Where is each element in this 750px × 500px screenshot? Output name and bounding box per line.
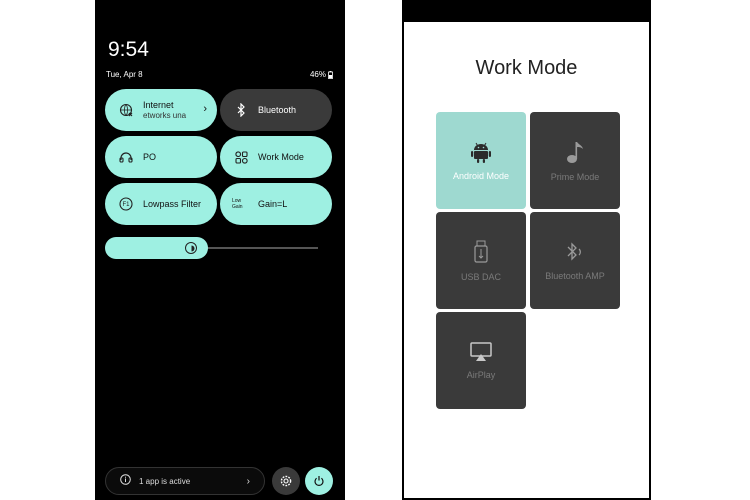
headphones-icon bbox=[117, 151, 135, 163]
battery-indicator: 46% bbox=[310, 70, 333, 79]
tile-internet[interactable]: Internet etworks una › bbox=[105, 89, 217, 131]
mode-bluetooth-amp[interactable]: Bluetooth AMP bbox=[530, 212, 620, 309]
active-apps-text: 1 app is active bbox=[139, 476, 191, 486]
usb-icon bbox=[474, 240, 488, 263]
gain-icon-line2: Gain bbox=[232, 204, 243, 210]
music-note-icon bbox=[567, 141, 583, 163]
tile-bluetooth[interactable]: Bluetooth bbox=[220, 89, 332, 131]
filter-f1-text: F1 bbox=[122, 202, 130, 208]
tile-po-label: PO bbox=[143, 151, 157, 162]
work-mode-phone: Work Mode Android Mode Prime Mode USB DA… bbox=[402, 0, 651, 500]
airplay-icon bbox=[470, 341, 492, 361]
tile-work-mode[interactable]: Work Mode bbox=[220, 136, 332, 178]
stage: 9:54 Tue, Apr 8 46% Internet etworks una… bbox=[0, 0, 750, 500]
tile-po[interactable]: PO bbox=[105, 136, 217, 178]
mode-prime[interactable]: Prime Mode bbox=[530, 112, 620, 209]
tile-lowpass-filter-label: Lowpass Filter bbox=[143, 198, 202, 209]
mode-bluetooth-amp-label: Bluetooth AMP bbox=[545, 270, 605, 281]
status-date: Tue, Apr 8 bbox=[106, 70, 143, 79]
grid-icon bbox=[232, 150, 250, 164]
mode-usb-dac[interactable]: USB DAC bbox=[436, 212, 526, 309]
chevron-right-icon: › bbox=[246, 476, 250, 487]
tile-lowpass-filter[interactable]: F1 Lowpass Filter bbox=[105, 183, 217, 225]
tile-gain[interactable]: Low Gain Gain=L bbox=[220, 183, 332, 225]
mode-airplay[interactable]: AirPlay bbox=[436, 312, 526, 409]
mode-usb-dac-label: USB DAC bbox=[460, 271, 501, 282]
brightness-icon[interactable] bbox=[185, 242, 197, 254]
mode-airplay-label: AirPlay bbox=[466, 369, 496, 380]
settings-button[interactable] bbox=[272, 467, 300, 495]
brightness-slider-track[interactable] bbox=[205, 247, 318, 249]
wifi-off-icon bbox=[117, 103, 135, 117]
mode-prime-label: Prime Mode bbox=[550, 171, 600, 182]
active-apps-button[interactable]: 1 app is active › bbox=[105, 467, 265, 495]
battery-percent: 46% bbox=[309, 70, 326, 79]
gain-icon: Low Gain bbox=[232, 198, 250, 210]
android-icon bbox=[471, 142, 491, 163]
bluetooth-audio-icon bbox=[567, 241, 581, 261]
mode-android[interactable]: Android Mode bbox=[436, 112, 526, 209]
tile-gain-label: Gain=L bbox=[258, 198, 288, 209]
work-mode-screen: Work Mode Android Mode Prime Mode USB DA… bbox=[404, 22, 649, 498]
filter-f1-icon: F1 bbox=[117, 197, 135, 211]
gear-icon bbox=[280, 475, 292, 487]
mode-android-label: Android Mode bbox=[452, 170, 510, 181]
quick-settings-panel: 9:54 Tue, Apr 8 46% Internet etworks una… bbox=[95, 0, 345, 500]
status-clock: 9:54 bbox=[108, 38, 149, 61]
chevron-right-icon: › bbox=[203, 103, 207, 115]
tile-work-mode-label: Work Mode bbox=[258, 151, 304, 162]
power-button[interactable] bbox=[305, 467, 333, 495]
info-icon bbox=[120, 472, 131, 490]
battery-icon bbox=[328, 70, 333, 79]
tile-bluetooth-label: Bluetooth bbox=[258, 104, 297, 115]
tile-internet-label: Internet bbox=[143, 99, 174, 110]
page-title: Work Mode bbox=[475, 57, 578, 79]
bluetooth-icon bbox=[232, 103, 250, 117]
tile-internet-sublabel: etworks una bbox=[143, 110, 187, 120]
power-icon bbox=[314, 476, 324, 486]
